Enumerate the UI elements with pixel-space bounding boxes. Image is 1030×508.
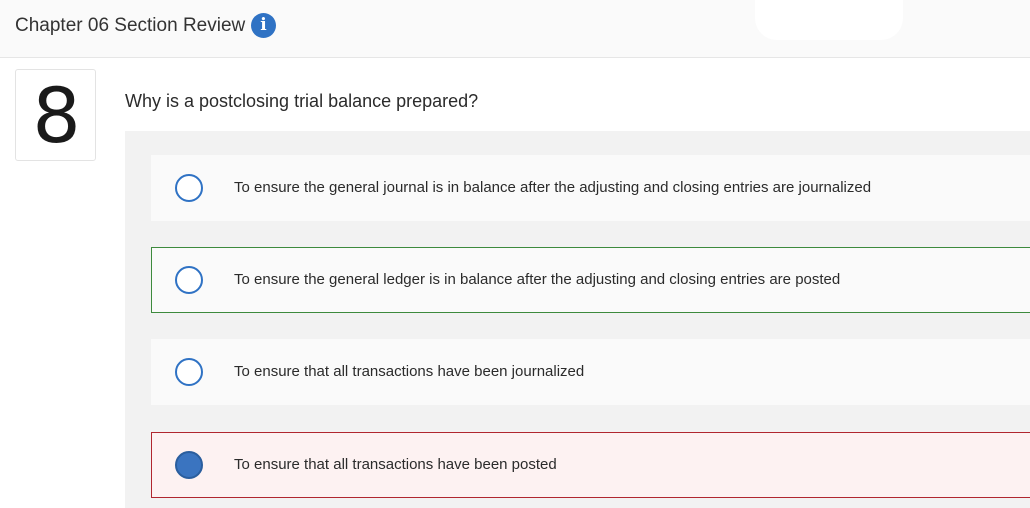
question-number: 8 [32,71,81,160]
answer-option-label: To ensure that all transactions have bee… [234,363,585,380]
page-header: Chapter 06 Section Review i [0,0,1030,58]
radio-button[interactable] [175,266,203,294]
header-decoration [755,0,903,40]
answer-option-4[interactable]: To ensure that all transactions have bee… [151,432,1030,498]
radio-button[interactable] [175,174,203,202]
answer-option-2[interactable]: To ensure the general ledger is in balan… [151,247,1030,313]
radio-button-selected[interactable] [175,451,203,479]
page-title: Chapter 06 Section Review [15,15,246,36]
info-icon[interactable]: i [251,13,276,38]
answer-option-label: To ensure the general journal is in bala… [234,179,872,196]
question-prompt: Why is a postclosing trial balance prepa… [125,91,479,111]
answer-option-label: To ensure the general ledger is in balan… [234,271,841,288]
answer-option-3[interactable]: To ensure that all transactions have bee… [151,339,1030,405]
answer-option-1[interactable]: To ensure the general journal is in bala… [151,155,1030,221]
answer-option-label: To ensure that all transactions have bee… [234,456,557,473]
radio-button[interactable] [175,358,203,386]
question-number-box: 8 [15,69,96,161]
